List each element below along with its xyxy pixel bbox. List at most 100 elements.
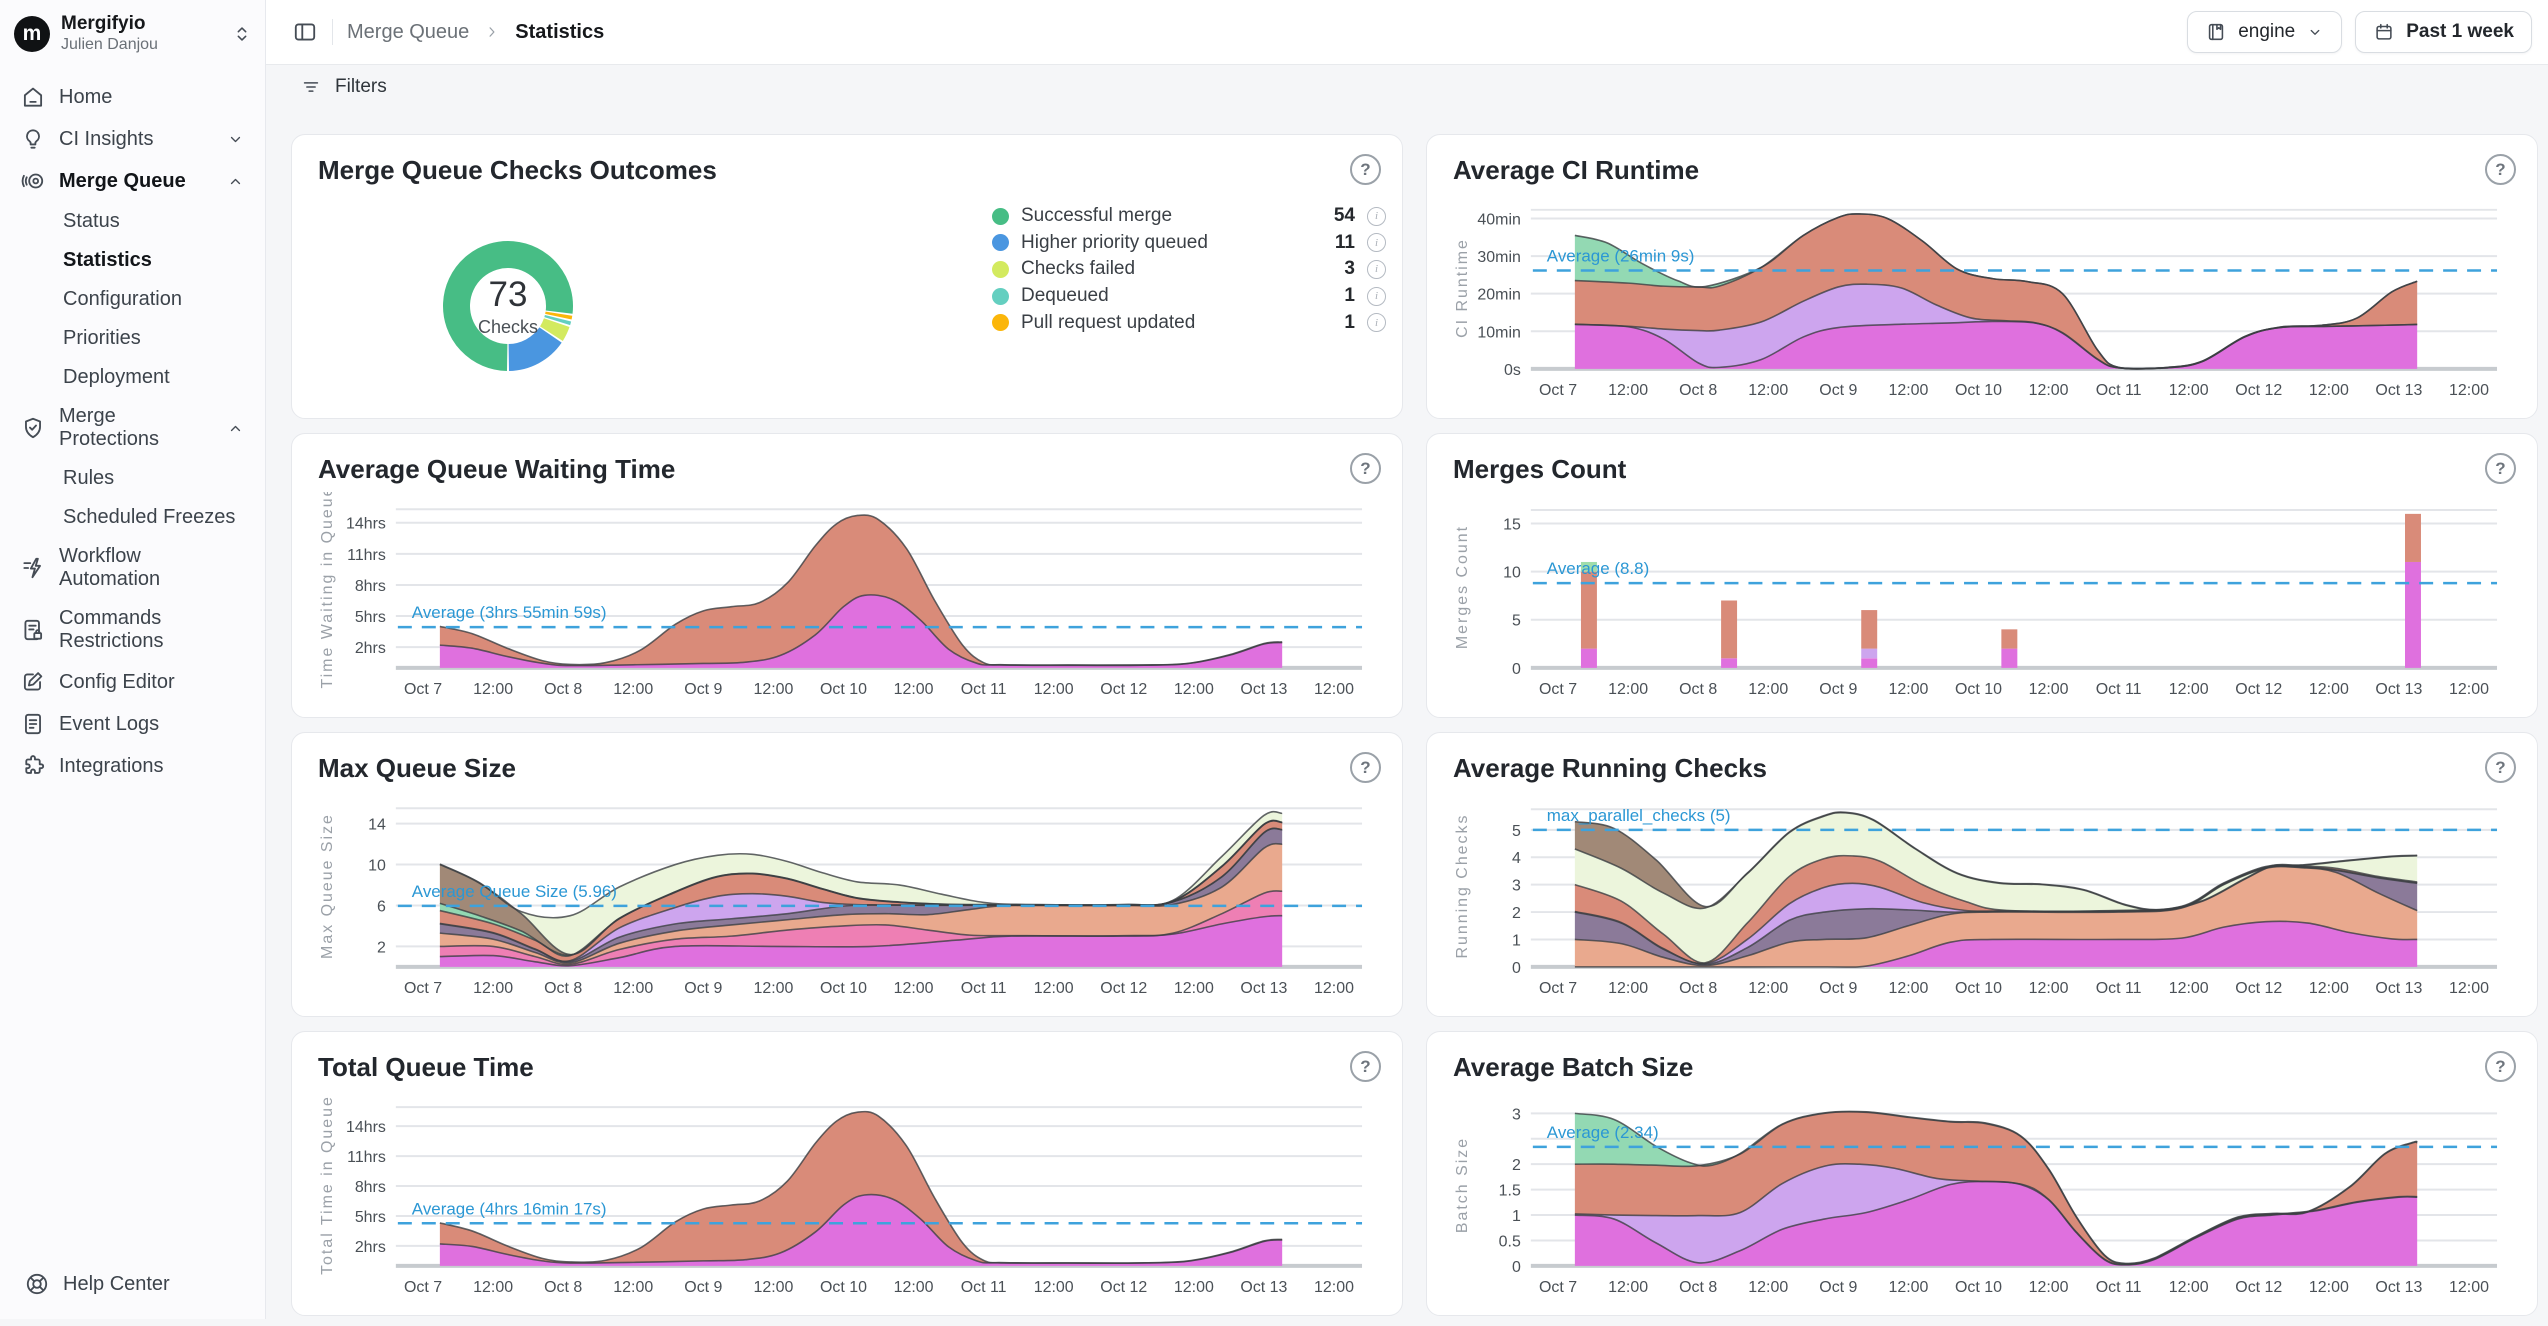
svg-text:Oct 8: Oct 8 (544, 980, 582, 997)
sidebar-item-event-logs[interactable]: Event Logs (10, 703, 255, 745)
max-queue-size-chart[interactable]: 261014Oct 712:00Oct 812:00Oct 912:00Oct … (318, 791, 1376, 1010)
sidebar-item-priorities[interactable]: Priorities (10, 319, 255, 358)
sidebar-item-rules[interactable]: Rules (10, 459, 255, 498)
legend-label: Pull request updated (1021, 312, 1195, 334)
sidebar-item-label: Workflow Automation (59, 545, 245, 591)
total-queue-time-chart[interactable]: 2hrs5hrs8hrs11hrs14hrsOct 712:00Oct 812:… (318, 1090, 1376, 1309)
sidebar-item-home[interactable]: Home (10, 76, 255, 118)
legend-count: 3 (1344, 258, 1355, 280)
svg-text:10min: 10min (1477, 324, 1520, 341)
svg-text:12:00: 12:00 (1034, 681, 1074, 698)
help-icon[interactable] (1350, 1051, 1381, 1082)
svg-text:Oct 8: Oct 8 (1679, 681, 1717, 698)
checks-outcomes-donut[interactable]: 73 Checks (442, 240, 574, 372)
help-icon[interactable] (1350, 154, 1381, 185)
svg-text:Max Queue Size: Max Queue Size (319, 813, 336, 959)
info-icon[interactable] (1367, 260, 1386, 279)
svg-text:Oct 7: Oct 7 (404, 681, 442, 698)
home-icon (20, 84, 46, 110)
svg-text:Oct 9: Oct 9 (1819, 980, 1857, 997)
svg-text:Oct 9: Oct 9 (1819, 382, 1857, 399)
svg-text:Oct 10: Oct 10 (1955, 980, 2002, 997)
donut-slice-checks-failed[interactable] (551, 323, 556, 334)
info-icon[interactable] (1367, 233, 1386, 252)
calendar-icon (2373, 21, 2395, 43)
editor-icon (20, 669, 46, 695)
queue-waiting-time-chart[interactable]: 2hrs5hrs8hrs11hrs14hrsOct 712:00Oct 812:… (318, 492, 1376, 711)
sidebar-item-label: CI Insights (59, 128, 153, 151)
help-icon[interactable] (1350, 752, 1381, 783)
sidebar-item-workflow-automation[interactable]: Workflow Automation (10, 537, 255, 599)
running-checks-chart[interactable]: 012345Oct 712:00Oct 812:00Oct 912:00Oct … (1453, 791, 2511, 1010)
sidebar-toggle-icon[interactable] (292, 19, 318, 45)
svg-text:14hrs: 14hrs (346, 1119, 386, 1136)
ci-runtime-chart[interactable]: 0s10min20min30min40minOct 712:00Oct 812:… (1453, 193, 2511, 412)
time-range-button[interactable]: Past 1 week (2355, 11, 2532, 53)
sidebar-item-ci-insights[interactable]: CI Insights (10, 118, 255, 160)
filters-bar[interactable]: Filters (266, 65, 2548, 109)
sidebar-item-status[interactable]: Status (10, 202, 255, 241)
help-icon[interactable] (2485, 752, 2516, 783)
legend-dot (992, 208, 1009, 225)
breadcrumb-parent[interactable]: Merge Queue (347, 21, 469, 44)
sidebar-item-merge-protections[interactable]: Merge Protections (10, 397, 255, 459)
donut-slice-pull-request-updated[interactable] (558, 314, 559, 317)
info-icon[interactable] (1367, 313, 1386, 332)
legend-item-higher-priority-queued[interactable]: Higher priority queued11 (992, 230, 1386, 257)
svg-text:12:00: 12:00 (1174, 1279, 1214, 1296)
sidebar-item-deployment[interactable]: Deployment (10, 358, 255, 397)
header-divider (332, 19, 333, 45)
sidebar-item-config-editor[interactable]: Config Editor (10, 661, 255, 703)
legend-item-checks-failed[interactable]: Checks failed3 (992, 256, 1386, 283)
svg-text:Oct 10: Oct 10 (820, 980, 867, 997)
donut-slice-dequeued[interactable] (557, 318, 558, 321)
help-icon[interactable] (1350, 453, 1381, 484)
sidebar-item-scheduled-freezes[interactable]: Scheduled Freezes (10, 498, 255, 537)
svg-text:0: 0 (1512, 960, 1521, 977)
donut-slice-higher-priority-queued[interactable] (509, 335, 551, 357)
svg-text:2hrs: 2hrs (355, 640, 386, 657)
batch-size-chart[interactable]: 00.511.523Oct 712:00Oct 812:00Oct 912:00… (1453, 1090, 2511, 1309)
sidebar-item-configuration[interactable]: Configuration (10, 280, 255, 319)
svg-text:15: 15 (1503, 516, 1521, 533)
svg-text:12:00: 12:00 (1748, 1279, 1788, 1296)
merges-count-chart[interactable]: 051015Oct 712:00Oct 812:00Oct 912:00Oct … (1453, 492, 2511, 711)
help-icon[interactable] (2485, 154, 2516, 185)
sidebar-item-statistics[interactable]: Statistics (10, 241, 255, 280)
svg-text:30min: 30min (1477, 249, 1520, 266)
sidebar-item-label: Priorities (63, 327, 141, 350)
org-switcher[interactable]: m Mergifyio Julien Danjou (0, 0, 265, 64)
bulb-icon (20, 126, 46, 152)
svg-text:Oct 9: Oct 9 (684, 980, 722, 997)
repository-selector[interactable]: engine (2187, 11, 2342, 53)
svg-text:0: 0 (1512, 661, 1521, 678)
commands-icon (20, 617, 46, 643)
svg-text:3: 3 (1512, 1106, 1521, 1123)
svg-text:Oct 9: Oct 9 (1819, 1279, 1857, 1296)
svg-text:0.5: 0.5 (1499, 1233, 1521, 1250)
info-icon[interactable] (1367, 287, 1386, 306)
svg-text:12:00: 12:00 (2309, 1279, 2349, 1296)
legend-item-dequeued[interactable]: Dequeued1 (992, 283, 1386, 310)
svg-text:12:00: 12:00 (2169, 681, 2209, 698)
info-icon[interactable] (1367, 207, 1386, 226)
svg-text:10: 10 (1503, 565, 1521, 582)
sidebar-item-integrations[interactable]: Integrations (10, 745, 255, 787)
svg-text:12:00: 12:00 (2029, 382, 2069, 399)
panel-average-batch-size: Average Batch Size 00.511.523Oct 712:00O… (1426, 1031, 2538, 1316)
svg-text:max_parallel_checks (5): max_parallel_checks (5) (1547, 806, 1731, 825)
svg-text:12:00: 12:00 (2029, 1279, 2069, 1296)
legend-item-pull-request-updated[interactable]: Pull request updated1 (992, 309, 1386, 336)
svg-text:12:00: 12:00 (2169, 382, 2209, 399)
sidebar-item-merge-queue[interactable]: Merge Queue (10, 160, 255, 202)
donut-legend: Successful merge54Higher priority queued… (992, 203, 1386, 336)
legend-item-successful-merge[interactable]: Successful merge54 (992, 203, 1386, 230)
svg-text:Oct 12: Oct 12 (1100, 980, 1147, 997)
svg-text:Average Queue Size (5.96): Average Queue Size (5.96) (412, 882, 617, 901)
svg-text:Average (26min 9s): Average (26min 9s) (1547, 247, 1695, 266)
sidebar-item-commands-restrictions[interactable]: Commands Restrictions (10, 599, 255, 661)
help-icon[interactable] (2485, 453, 2516, 484)
help-center-link[interactable]: Help Center (0, 1249, 265, 1319)
help-icon[interactable] (2485, 1051, 2516, 1082)
svg-text:Oct 13: Oct 13 (2375, 1279, 2422, 1296)
